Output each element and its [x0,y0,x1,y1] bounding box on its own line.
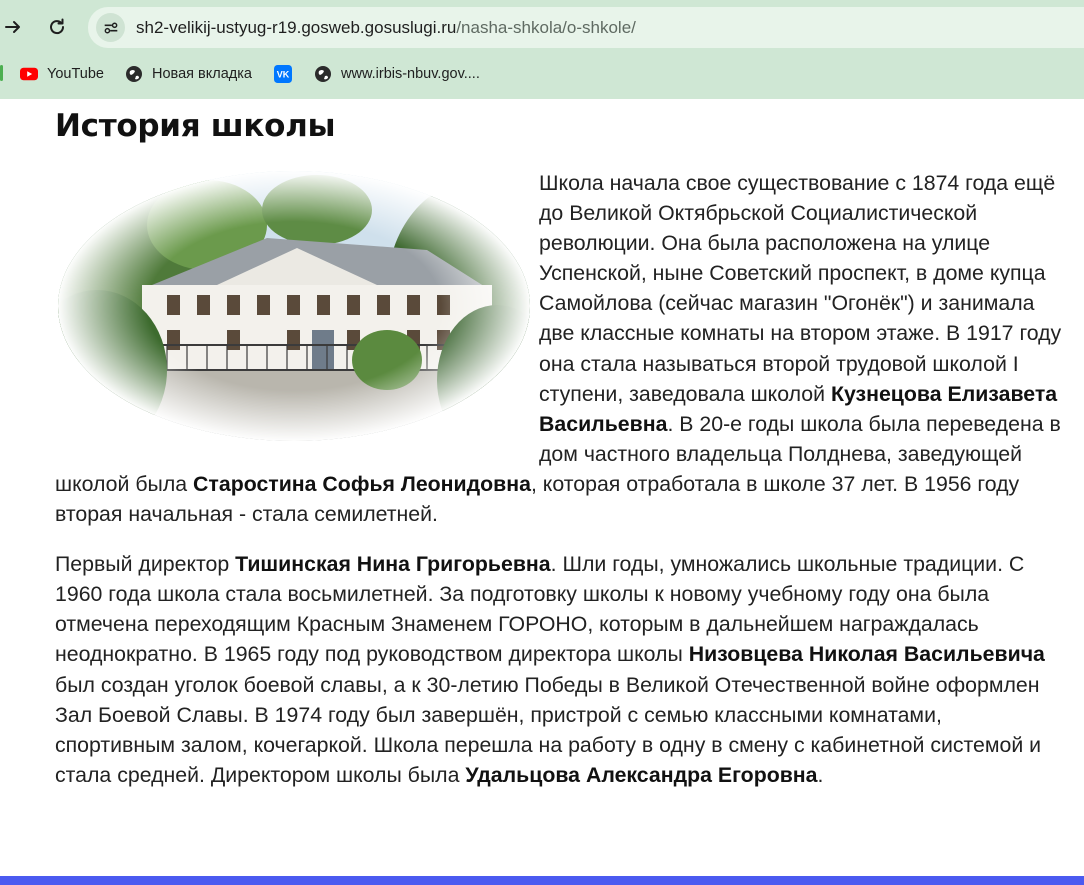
vk-icon: VK [274,65,292,83]
bookmark-new-tab[interactable]: Новая вкладка [125,58,252,90]
p2-text-1: Первый директор [55,552,236,577]
p1-name-starostina: Старостина Софья Леонидовна [193,471,531,496]
bookmark-irbis[interactable]: www.irbis-nbuv.gov.... [314,58,480,90]
bookmark-label: www.irbis-nbuv.gov.... [341,66,480,82]
page-title: История школы [55,108,336,144]
school-building-photo [58,171,530,441]
p2-name-nizovtsev: Низовцева Николая Васильевича [688,642,1045,667]
p2-text-4: . [817,762,824,787]
address-bar[interactable]: sh2-velikij-ustyug-r19.gosweb.gosuslugi.… [88,7,1084,48]
url-host: sh2-velikij-ustyug-r19.gosweb.gosuslugi.… [136,18,457,37]
youtube-icon [20,65,38,83]
globe-icon [314,65,332,83]
bookmark-label: YouTube [47,66,104,82]
svg-text:VK: VK [277,70,290,80]
bookmark-vk[interactable]: VK [274,58,301,90]
p1-text-1: Школа начала свое существование с 1874 г… [539,171,1062,406]
arrow-right-icon [5,21,20,33]
reload-button[interactable] [40,10,74,44]
bookmarks-bar-edge [0,65,3,81]
site-info-button[interactable] [96,13,125,42]
browser-toolbar: sh2-velikij-ustyug-r19.gosweb.gosuslugi.… [0,0,1084,99]
bookmarks-bar: YouTube Новая вкладка VK www.irbis-nbuv.… [0,58,1084,90]
page-content: История школы Школа начала свое существо… [55,100,1065,790]
p2-name-tishinskaya: Тишинская Нина Григорьевна [235,552,551,577]
tune-icon [104,22,117,33]
p2-name-udaltsova: Удальцова Александра Егоровна [465,762,818,787]
forward-button[interactable] [0,10,30,44]
url-path: /nasha-shkola/o-shkole/ [456,18,636,37]
page-bottom-bar [0,876,1084,885]
url-text[interactable]: sh2-velikij-ustyug-r19.gosweb.gosuslugi.… [136,18,636,38]
reload-icon [50,18,65,35]
bookmark-label: Новая вкладка [152,66,252,82]
history-paragraph-1: Школа начала свое существование с 1874 г… [55,168,1065,529]
bookmark-youtube[interactable]: YouTube [20,58,104,90]
history-paragraph-2: Первый директор Тишинская Нина Григорьев… [55,549,1065,790]
globe-icon [125,65,143,83]
